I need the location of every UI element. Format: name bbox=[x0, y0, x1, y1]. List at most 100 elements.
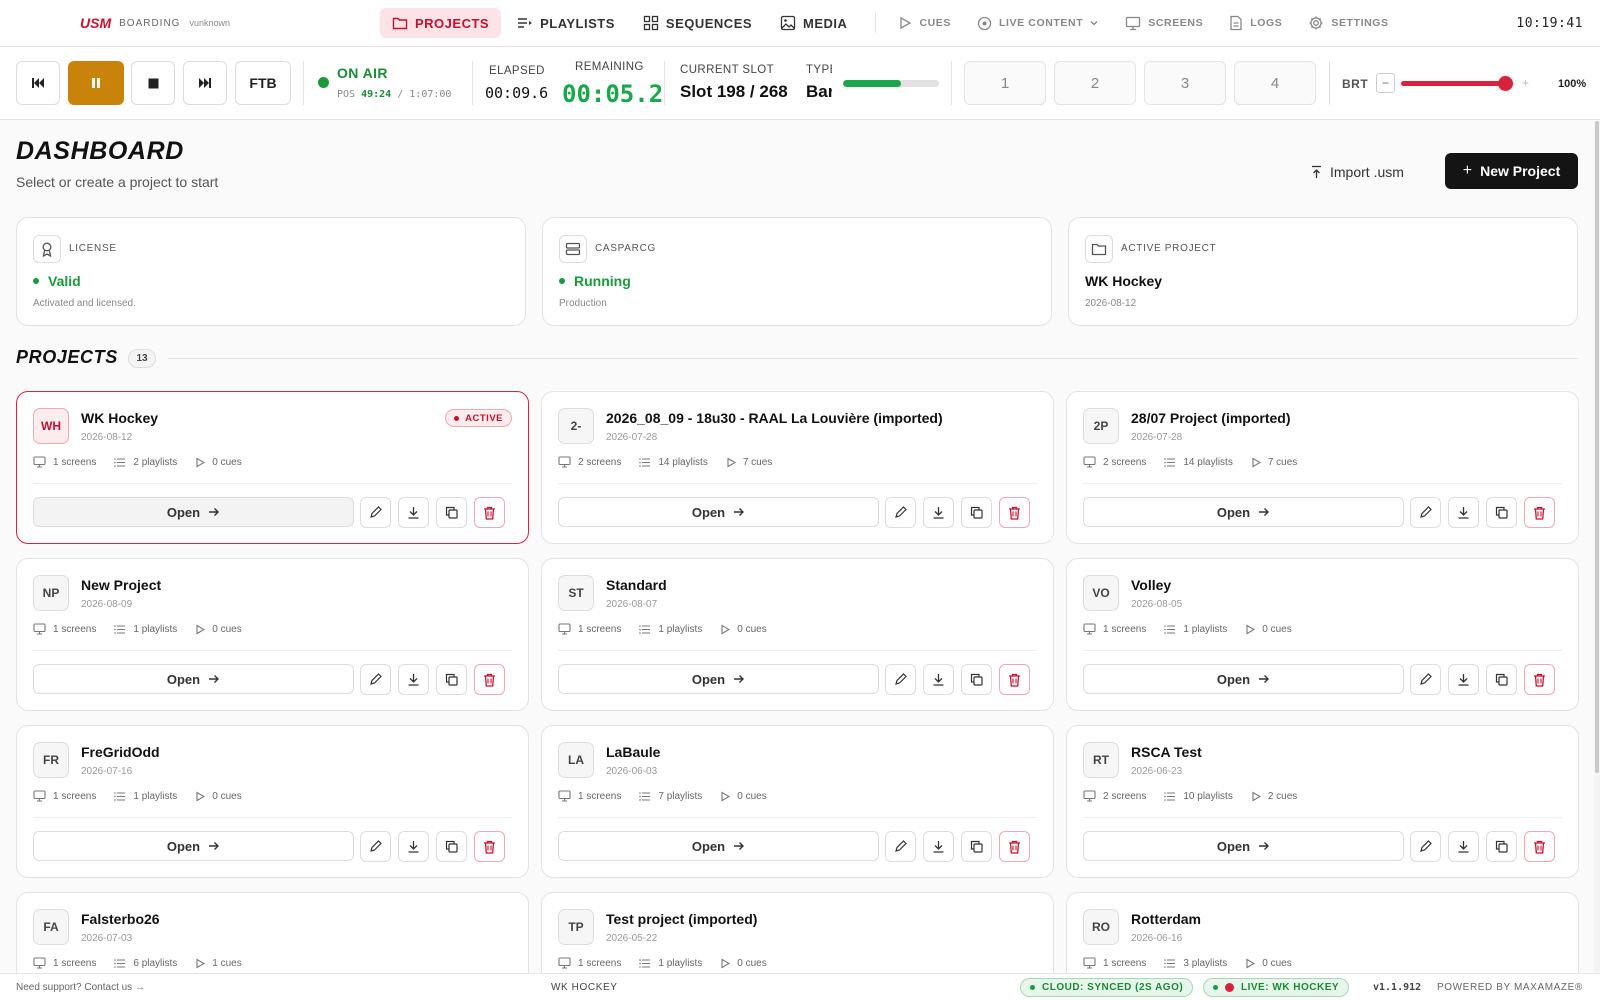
new-project-button[interactable]: + New Project bbox=[1445, 153, 1578, 189]
edit-project-button[interactable] bbox=[1410, 664, 1441, 695]
delete-project-button[interactable] bbox=[1524, 497, 1555, 528]
delete-project-button[interactable] bbox=[999, 831, 1030, 862]
project-card[interactable]: LA LaBaule 2026-06-03 1 screens 7 playlists 0… bbox=[541, 725, 1054, 878]
duplicate-project-button[interactable] bbox=[961, 664, 992, 695]
export-project-button[interactable] bbox=[1448, 831, 1479, 862]
project-avatar: 2- bbox=[558, 408, 594, 444]
nav-screens[interactable]: SCREENS bbox=[1113, 8, 1215, 38]
export-project-button[interactable] bbox=[923, 664, 954, 695]
next-button[interactable] bbox=[183, 61, 227, 105]
nav-projects[interactable]: PROJECTS bbox=[380, 8, 502, 38]
copy-icon bbox=[445, 840, 458, 853]
edit-project-button[interactable] bbox=[360, 497, 391, 528]
import-usm-button[interactable]: Import .usm bbox=[1310, 155, 1404, 189]
slot-button-4[interactable]: 4 bbox=[1234, 61, 1316, 105]
open-project-button[interactable]: Open bbox=[558, 664, 879, 694]
brightness-increase-button[interactable]: + bbox=[1516, 73, 1535, 93]
open-project-button[interactable]: Open bbox=[558, 497, 879, 527]
support-link[interactable]: Need support? Contact us → bbox=[16, 982, 145, 993]
edit-project-button[interactable] bbox=[885, 664, 916, 695]
open-project-button[interactable]: Open bbox=[33, 497, 354, 527]
delete-project-button[interactable] bbox=[474, 831, 505, 862]
brightness-slider-handle[interactable] bbox=[1498, 76, 1513, 91]
export-project-button[interactable] bbox=[923, 831, 954, 862]
app-logo[interactable]: USM bbox=[80, 15, 111, 31]
pause-button[interactable] bbox=[68, 61, 124, 105]
edit-project-button[interactable] bbox=[885, 497, 916, 528]
project-screens-count: 1 screens bbox=[53, 456, 97, 468]
export-project-button[interactable] bbox=[398, 497, 429, 528]
project-screens: 1 screens bbox=[33, 456, 96, 468]
scrollbar-thumb[interactable] bbox=[1595, 121, 1599, 773]
playlist-icon bbox=[518, 18, 533, 28]
brightness-slider[interactable] bbox=[1401, 76, 1513, 91]
duplicate-project-button[interactable] bbox=[436, 497, 467, 528]
project-card[interactable]: 2P 28/07 Project (imported) 2026-07-28 2 sc… bbox=[1066, 391, 1579, 544]
nav-settings[interactable]: SETTINGS bbox=[1296, 8, 1400, 38]
export-project-button[interactable] bbox=[923, 497, 954, 528]
delete-project-button[interactable] bbox=[1524, 831, 1555, 862]
footer-project-name: WK HOCKEY bbox=[551, 982, 618, 993]
project-card[interactable]: TP Test project (imported) 2026-05-22 1 scr… bbox=[541, 892, 1054, 973]
slot-button-1[interactable]: 1 bbox=[964, 61, 1046, 105]
delete-project-button[interactable] bbox=[999, 497, 1030, 528]
edit-project-button[interactable] bbox=[360, 664, 391, 695]
project-card[interactable]: WH WK Hockey 2026-08-12 ACTIVE 1 screens 2 pl… bbox=[16, 391, 529, 544]
brightness-decrease-button[interactable]: − bbox=[1376, 73, 1395, 93]
play-outline-icon bbox=[195, 457, 212, 468]
nav-cues[interactable]: CUES bbox=[886, 8, 963, 38]
project-card[interactable]: FA Falsterbo26 2026-07-03 1 screens 6 playli… bbox=[16, 892, 529, 973]
edit-project-button[interactable] bbox=[885, 831, 916, 862]
duplicate-project-button[interactable] bbox=[961, 497, 992, 528]
scrollbar[interactable] bbox=[1594, 121, 1600, 973]
duplicate-project-button[interactable] bbox=[436, 664, 467, 695]
delete-project-button[interactable] bbox=[474, 664, 505, 695]
export-project-button[interactable] bbox=[1448, 497, 1479, 528]
transport-divider bbox=[303, 61, 304, 105]
trash-icon bbox=[483, 506, 496, 520]
open-project-button[interactable]: Open bbox=[1083, 831, 1404, 861]
nav-live-content[interactable]: LIVE CONTENT bbox=[965, 8, 1111, 38]
nav-logs[interactable]: LOGS bbox=[1217, 8, 1294, 38]
project-card[interactable]: RT RSCA Test 2026-06-23 2 screens 10 playlis… bbox=[1066, 725, 1579, 878]
open-project-button[interactable]: Open bbox=[1083, 664, 1404, 694]
duplicate-project-button[interactable] bbox=[961, 831, 992, 862]
export-project-button[interactable] bbox=[1448, 664, 1479, 695]
duplicate-project-button[interactable] bbox=[436, 831, 467, 862]
open-project-label: Open bbox=[166, 671, 201, 687]
delete-project-button[interactable] bbox=[1524, 664, 1555, 695]
export-project-button[interactable] bbox=[398, 831, 429, 862]
open-project-button[interactable]: Open bbox=[558, 831, 879, 861]
project-card[interactable]: FR FreGridOdd 2026-07-16 1 screens 1 playlis… bbox=[16, 725, 529, 878]
duplicate-project-button[interactable] bbox=[1486, 497, 1517, 528]
project-playlists: 1 playlists bbox=[639, 958, 702, 969]
export-project-button[interactable] bbox=[398, 664, 429, 695]
edit-project-button[interactable] bbox=[360, 831, 391, 862]
previous-button[interactable] bbox=[16, 61, 60, 105]
project-card[interactable]: NP New Project 2026-08-09 1 screens 1 playli… bbox=[16, 558, 529, 711]
project-name: FreGridOdd bbox=[81, 744, 160, 760]
project-card[interactable]: VO Volley 2026-08-05 1 screens 1 playlists 0 … bbox=[1066, 558, 1579, 711]
duplicate-project-button[interactable] bbox=[1486, 664, 1517, 695]
project-card[interactable]: RO Rotterdam 2026-06-16 1 screens 3 playlist… bbox=[1066, 892, 1579, 973]
project-meta: 1 screens 7 playlists 0 cues bbox=[558, 790, 785, 802]
open-project-button[interactable]: Open bbox=[33, 831, 354, 861]
delete-project-button[interactable] bbox=[999, 664, 1030, 695]
project-cues-count: 0 cues bbox=[1262, 957, 1292, 969]
slot-button-2[interactable]: 2 bbox=[1054, 61, 1136, 105]
project-cues-count: 0 cues bbox=[737, 623, 767, 635]
project-card[interactable]: 2- 2026_08_09 - 18u30 - RAAL La Louvière … bbox=[541, 391, 1054, 544]
edit-project-button[interactable] bbox=[1410, 831, 1441, 862]
ftb-button[interactable]: FTB bbox=[235, 61, 291, 105]
nav-sequences[interactable]: SEQUENCES bbox=[631, 8, 764, 38]
nav-playlists[interactable]: PLAYLISTS bbox=[505, 8, 627, 38]
project-card[interactable]: ST Standard 2026-08-07 1 screens 1 playlists… bbox=[541, 558, 1054, 711]
open-project-button[interactable]: Open bbox=[1083, 497, 1404, 527]
stop-button[interactable] bbox=[131, 61, 175, 105]
nav-media[interactable]: MEDIA bbox=[768, 8, 859, 38]
slot-button-3[interactable]: 3 bbox=[1144, 61, 1226, 105]
edit-project-button[interactable] bbox=[1410, 497, 1441, 528]
open-project-button[interactable]: Open bbox=[33, 664, 354, 694]
duplicate-project-button[interactable] bbox=[1486, 831, 1517, 862]
delete-project-button[interactable] bbox=[474, 497, 505, 528]
